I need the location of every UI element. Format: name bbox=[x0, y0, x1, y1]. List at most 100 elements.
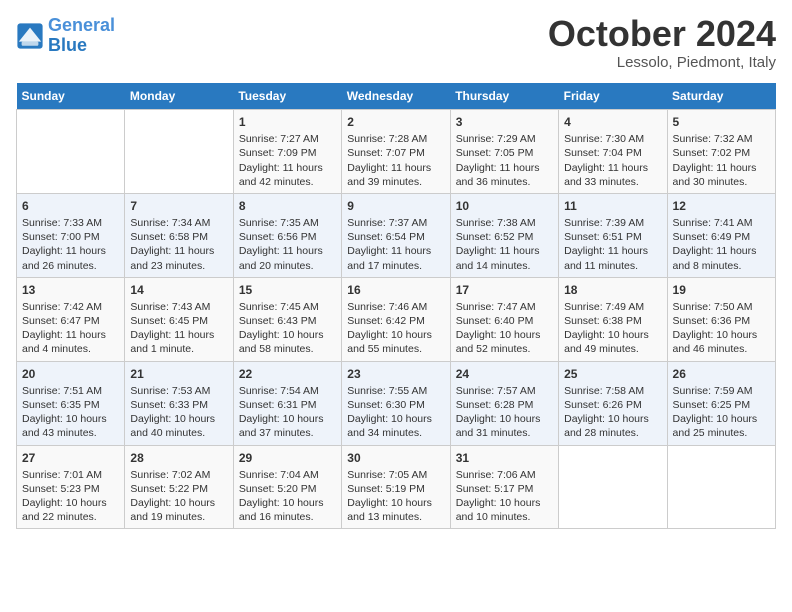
day-number: 29 bbox=[239, 450, 336, 466]
calendar-cell: 30Sunrise: 7:05 AM Sunset: 5:19 PM Dayli… bbox=[342, 445, 450, 529]
weekday-header-row: SundayMondayTuesdayWednesdayThursdayFrid… bbox=[17, 83, 776, 110]
day-info: Sunrise: 7:06 AM Sunset: 5:17 PM Dayligh… bbox=[456, 468, 553, 525]
calendar-cell bbox=[17, 110, 125, 194]
calendar-cell: 28 Sunrise: 7:02 AM Sunset: 5:22 PM Dayli… bbox=[125, 445, 233, 529]
calendar-table: SundayMondayTuesdayWednesdayThursdayFrid… bbox=[16, 83, 776, 529]
calendar-cell: 4Sunrise: 7:30 AM Sunset: 7:04 PM Daylig… bbox=[559, 110, 667, 194]
weekday-header-thursday: Thursday bbox=[450, 83, 558, 110]
day-number: 21 bbox=[130, 366, 227, 382]
day-number: 16 bbox=[347, 282, 444, 298]
calendar-cell: 21 Sunrise: 7:53 AM Sunset: 6:33 PM Dayli… bbox=[125, 361, 233, 445]
day-info: Sunrise: 7:46 AM Sunset: 6:42 PM Dayligh… bbox=[347, 300, 444, 357]
week-row-5: 27Sunrise: 7:01 AM Sunset: 5:23 PM Dayli… bbox=[17, 445, 776, 529]
calendar-cell: 3Sunrise: 7:29 AM Sunset: 7:05 PM Daylig… bbox=[450, 110, 558, 194]
calendar-cell: 2 Sunrise: 7:28 AM Sunset: 7:07 PM Daylig… bbox=[342, 110, 450, 194]
week-row-3: 13 Sunrise: 7:42 AM Sunset: 6:47 PM Dayli… bbox=[17, 277, 776, 361]
day-info: Sunrise: 7:45 AM Sunset: 6:43 PM Dayligh… bbox=[239, 300, 336, 357]
day-number: 19 bbox=[673, 282, 770, 298]
calendar-cell: 6Sunrise: 7:33 AM Sunset: 7:00 PM Daylig… bbox=[17, 193, 125, 277]
day-info: Sunrise: 7:39 AM Sunset: 6:51 PM Dayligh… bbox=[564, 216, 661, 273]
weekday-header-friday: Friday bbox=[559, 83, 667, 110]
logo-icon bbox=[16, 22, 44, 50]
day-info: Sunrise: 7:27 AM Sunset: 7:09 PM Dayligh… bbox=[239, 132, 336, 189]
week-row-4: 20Sunrise: 7:51 AM Sunset: 6:35 PM Dayli… bbox=[17, 361, 776, 445]
page-header: General Blue October 2024 Lessolo, Piedm… bbox=[16, 16, 776, 71]
day-info: Sunrise: 7:05 AM Sunset: 5:19 PM Dayligh… bbox=[347, 468, 444, 525]
logo: General Blue bbox=[16, 16, 115, 56]
day-info: Sunrise: 7:47 AM Sunset: 6:40 PM Dayligh… bbox=[456, 300, 553, 357]
calendar-cell: 14Sunrise: 7:43 AM Sunset: 6:45 PM Dayli… bbox=[125, 277, 233, 361]
calendar-cell: 20Sunrise: 7:51 AM Sunset: 6:35 PM Dayli… bbox=[17, 361, 125, 445]
day-number: 31 bbox=[456, 450, 553, 466]
day-number: 4 bbox=[564, 114, 661, 130]
calendar-cell: 23Sunrise: 7:55 AM Sunset: 6:30 PM Dayli… bbox=[342, 361, 450, 445]
day-info: Sunrise: 7:59 AM Sunset: 6:25 PM Dayligh… bbox=[673, 384, 770, 441]
day-info: Sunrise: 7:50 AM Sunset: 6:36 PM Dayligh… bbox=[673, 300, 770, 357]
day-number: 27 bbox=[22, 450, 119, 466]
calendar-cell bbox=[125, 110, 233, 194]
calendar-cell: 29Sunrise: 7:04 AM Sunset: 5:20 PM Dayli… bbox=[233, 445, 341, 529]
weekday-header-sunday: Sunday bbox=[17, 83, 125, 110]
day-number: 2 bbox=[347, 114, 444, 130]
weekday-header-monday: Monday bbox=[125, 83, 233, 110]
calendar-cell: 12 Sunrise: 7:41 AM Sunset: 6:49 PM Dayli… bbox=[667, 193, 775, 277]
day-info: Sunrise: 7:58 AM Sunset: 6:26 PM Dayligh… bbox=[564, 384, 661, 441]
day-info: Sunrise: 7:28 AM Sunset: 7:07 PM Dayligh… bbox=[347, 132, 444, 189]
day-info: Sunrise: 7:51 AM Sunset: 6:35 PM Dayligh… bbox=[22, 384, 119, 441]
week-row-1: 1 Sunrise: 7:27 AM Sunset: 7:09 PM Daylig… bbox=[17, 110, 776, 194]
day-number: 13 bbox=[22, 282, 119, 298]
week-row-2: 6Sunrise: 7:33 AM Sunset: 7:00 PM Daylig… bbox=[17, 193, 776, 277]
calendar-cell: 8Sunrise: 7:35 AM Sunset: 6:56 PM Daylig… bbox=[233, 193, 341, 277]
day-info: Sunrise: 7:42 AM Sunset: 6:47 PM Dayligh… bbox=[22, 300, 119, 357]
day-info: Sunrise: 7:02 AM Sunset: 5:22 PM Dayligh… bbox=[130, 468, 227, 525]
day-info: Sunrise: 7:38 AM Sunset: 6:52 PM Dayligh… bbox=[456, 216, 553, 273]
calendar-cell: 11 Sunrise: 7:39 AM Sunset: 6:51 PM Dayli… bbox=[559, 193, 667, 277]
day-number: 3 bbox=[456, 114, 553, 130]
day-info: Sunrise: 7:34 AM Sunset: 6:58 PM Dayligh… bbox=[130, 216, 227, 273]
calendar-cell: 9 Sunrise: 7:37 AM Sunset: 6:54 PM Daylig… bbox=[342, 193, 450, 277]
calendar-cell: 10 Sunrise: 7:38 AM Sunset: 6:52 PM Dayli… bbox=[450, 193, 558, 277]
calendar-cell: 5 Sunrise: 7:32 AM Sunset: 7:02 PM Daylig… bbox=[667, 110, 775, 194]
calendar-cell: 19 Sunrise: 7:50 AM Sunset: 6:36 PM Dayli… bbox=[667, 277, 775, 361]
day-info: Sunrise: 7:37 AM Sunset: 6:54 PM Dayligh… bbox=[347, 216, 444, 273]
day-number: 10 bbox=[456, 198, 553, 214]
calendar-cell: 7 Sunrise: 7:34 AM Sunset: 6:58 PM Daylig… bbox=[125, 193, 233, 277]
day-info: Sunrise: 7:41 AM Sunset: 6:49 PM Dayligh… bbox=[673, 216, 770, 273]
day-number: 5 bbox=[673, 114, 770, 130]
weekday-header-wednesday: Wednesday bbox=[342, 83, 450, 110]
day-number: 26 bbox=[673, 366, 770, 382]
calendar-cell: 26 Sunrise: 7:59 AM Sunset: 6:25 PM Dayli… bbox=[667, 361, 775, 445]
day-info: Sunrise: 7:49 AM Sunset: 6:38 PM Dayligh… bbox=[564, 300, 661, 357]
day-number: 18 bbox=[564, 282, 661, 298]
calendar-cell: 27Sunrise: 7:01 AM Sunset: 5:23 PM Dayli… bbox=[17, 445, 125, 529]
calendar-cell: 25Sunrise: 7:58 AM Sunset: 6:26 PM Dayli… bbox=[559, 361, 667, 445]
day-number: 11 bbox=[564, 198, 661, 214]
calendar-cell bbox=[667, 445, 775, 529]
day-number: 12 bbox=[673, 198, 770, 214]
day-number: 24 bbox=[456, 366, 553, 382]
day-number: 28 bbox=[130, 450, 227, 466]
day-info: Sunrise: 7:32 AM Sunset: 7:02 PM Dayligh… bbox=[673, 132, 770, 189]
calendar-cell: 31 Sunrise: 7:06 AM Sunset: 5:17 PM Dayli… bbox=[450, 445, 558, 529]
day-info: Sunrise: 7:55 AM Sunset: 6:30 PM Dayligh… bbox=[347, 384, 444, 441]
day-number: 9 bbox=[347, 198, 444, 214]
day-number: 1 bbox=[239, 114, 336, 130]
title-block: October 2024 Lessolo, Piedmont, Italy bbox=[548, 16, 776, 71]
calendar-cell bbox=[559, 445, 667, 529]
calendar-cell: 22Sunrise: 7:54 AM Sunset: 6:31 PM Dayli… bbox=[233, 361, 341, 445]
day-number: 6 bbox=[22, 198, 119, 214]
location: Lessolo, Piedmont, Italy bbox=[548, 54, 776, 71]
logo-line1: General bbox=[48, 15, 115, 35]
day-number: 15 bbox=[239, 282, 336, 298]
calendar-cell: 13 Sunrise: 7:42 AM Sunset: 6:47 PM Dayli… bbox=[17, 277, 125, 361]
day-number: 7 bbox=[130, 198, 227, 214]
calendar-cell: 18 Sunrise: 7:49 AM Sunset: 6:38 PM Dayli… bbox=[559, 277, 667, 361]
calendar-cell: 17Sunrise: 7:47 AM Sunset: 6:40 PM Dayli… bbox=[450, 277, 558, 361]
weekday-header-tuesday: Tuesday bbox=[233, 83, 341, 110]
day-info: Sunrise: 7:43 AM Sunset: 6:45 PM Dayligh… bbox=[130, 300, 227, 357]
calendar-cell: 16 Sunrise: 7:46 AM Sunset: 6:42 PM Dayli… bbox=[342, 277, 450, 361]
calendar-cell: 24 Sunrise: 7:57 AM Sunset: 6:28 PM Dayli… bbox=[450, 361, 558, 445]
weekday-header-saturday: Saturday bbox=[667, 83, 775, 110]
day-info: Sunrise: 7:53 AM Sunset: 6:33 PM Dayligh… bbox=[130, 384, 227, 441]
day-info: Sunrise: 7:57 AM Sunset: 6:28 PM Dayligh… bbox=[456, 384, 553, 441]
